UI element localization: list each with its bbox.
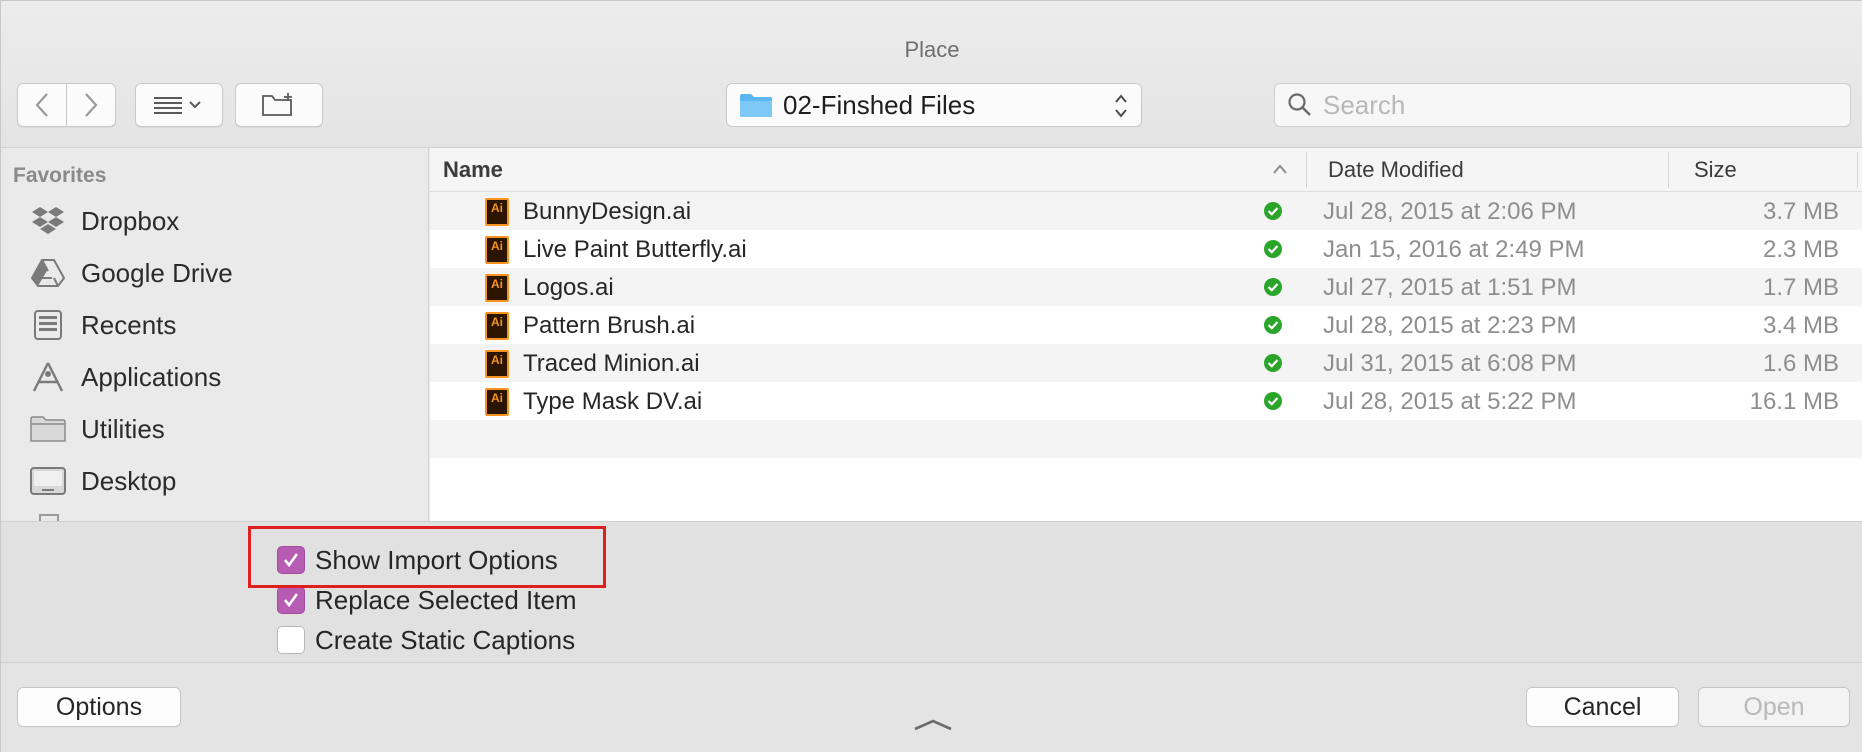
empty-row <box>430 458 1862 496</box>
file-name: Pattern Brush.ai <box>523 312 696 339</box>
up-down-chevron-icon <box>1115 94 1127 118</box>
illustrator-file-icon: Ai <box>485 236 509 264</box>
recents-icon <box>27 307 69 343</box>
list-view-icon <box>154 97 201 114</box>
illustrator-file-icon: Ai <box>485 274 509 302</box>
file-size: 3.4 MB <box>1762 312 1839 339</box>
column-date-header[interactable]: Date Modified <box>1328 157 1464 183</box>
file-size: 3.7 MB <box>1762 198 1839 225</box>
folder-icon <box>27 411 69 447</box>
column-divider[interactable] <box>1306 152 1307 188</box>
highlight-box <box>248 526 606 588</box>
file-row[interactable]: Ai Type Mask DV.ai Jul 28, 2015 at 5:22 … <box>430 382 1862 420</box>
checkbox-unchecked[interactable] <box>277 626 305 654</box>
file-date: Jul 28, 2015 at 5:22 PM <box>1323 388 1577 415</box>
sidebar-item-utilities[interactable]: Utilities <box>27 408 407 450</box>
sidebar-item-label: Desktop <box>81 465 177 496</box>
file-size: 16.1 MB <box>1749 388 1839 415</box>
sync-check-icon <box>1264 202 1282 220</box>
sync-check-icon <box>1264 392 1282 410</box>
applications-icon <box>27 359 69 395</box>
sidebar-item-dropbox[interactable]: Dropbox <box>27 200 407 242</box>
file-row[interactable]: Ai BunnyDesign.ai Jul 28, 2015 at 2:06 P… <box>430 192 1862 230</box>
sidebar-item-google-drive[interactable]: Google Drive <box>27 252 407 294</box>
illustrator-file-icon: Ai <box>485 388 509 416</box>
empty-row <box>430 420 1862 458</box>
window-title: Place <box>904 37 960 62</box>
column-size-header[interactable]: Size <box>1694 157 1737 183</box>
sync-check-icon <box>1264 240 1282 258</box>
file-date: Jul 28, 2015 at 2:06 PM <box>1323 198 1577 225</box>
column-header: Name Date Modified Size <box>430 148 1862 192</box>
illustrator-file-icon: Ai <box>485 350 509 378</box>
sync-check-icon <box>1264 354 1282 372</box>
chevron-right-icon <box>85 93 98 117</box>
file-size: 2.3 MB <box>1762 236 1839 263</box>
file-date: Jul 31, 2015 at 6:08 PM <box>1323 350 1577 377</box>
file-name: BunnyDesign.ai <box>523 198 692 225</box>
file-row[interactable]: Ai Traced Minion.ai Jul 31, 2015 at 6:08… <box>430 344 1862 382</box>
sidebar-item-desktop[interactable]: Desktop <box>27 460 407 502</box>
file-row[interactable]: Ai Pattern Brush.ai Jul 28, 2015 at 2:23… <box>430 306 1862 344</box>
file-size: 1.6 MB <box>1762 350 1839 377</box>
sidebar-item-label: Recents <box>81 309 177 340</box>
view-options-button[interactable] <box>135 83 223 127</box>
sidebar-item-label: Google Drive <box>81 257 233 288</box>
file-name: Live Paint Butterfly.ai <box>523 236 747 263</box>
illustrator-file-icon: Ai <box>485 312 509 340</box>
nav-buttons <box>17 83 117 127</box>
file-name: Traced Minion.ai <box>523 350 700 377</box>
checkbox-checked[interactable] <box>277 586 305 614</box>
sidebar: Favorites Dropbox Google Drive Recents A… <box>1 148 429 521</box>
file-name: Type Mask DV.ai <box>523 388 703 415</box>
desktop-icon <box>27 463 69 499</box>
google-drive-icon <box>27 255 69 291</box>
file-date: Jul 28, 2015 at 2:23 PM <box>1323 312 1577 339</box>
file-list: Name Date Modified Size Ai BunnyDesign.a… <box>430 148 1862 521</box>
file-date: Jul 27, 2015 at 1:51 PM <box>1323 274 1577 301</box>
file-date: Jan 15, 2016 at 2:49 PM <box>1323 236 1585 263</box>
sync-check-icon <box>1264 278 1282 296</box>
column-divider[interactable] <box>1668 152 1669 188</box>
file-rows: Ai BunnyDesign.ai Jul 28, 2015 at 2:06 P… <box>430 192 1862 496</box>
back-button[interactable] <box>17 83 67 127</box>
file-row[interactable]: Ai Live Paint Butterfly.ai Jan 15, 2016 … <box>430 230 1862 268</box>
sidebar-item-recents[interactable]: Recents <box>27 304 407 346</box>
column-divider[interactable] <box>1857 152 1858 188</box>
sidebar-item-label: Dropbox <box>81 205 180 236</box>
file-row[interactable]: Ai Logos.ai Jul 27, 2015 at 1:51 PM 1.7 … <box>430 268 1862 306</box>
checkmark-icon <box>283 593 299 608</box>
place-dialog: Place 02-Finshed Files Search Favorites … <box>0 0 1862 752</box>
folder-icon <box>740 94 772 117</box>
sync-check-icon <box>1264 316 1282 334</box>
chevron-left-icon <box>35 93 48 117</box>
sort-ascending-icon <box>1273 164 1287 174</box>
column-name-header[interactable]: Name <box>443 157 503 183</box>
location-label: 02-Finshed Files <box>783 89 976 120</box>
illustrator-file-icon: Ai <box>485 198 509 226</box>
sidebar-item-applications[interactable]: Applications <box>27 356 407 398</box>
file-size: 1.7 MB <box>1762 274 1839 301</box>
sidebar-item-label: Applications <box>81 361 222 392</box>
open-button[interactable]: Open <box>1698 687 1850 727</box>
file-name: Logos.ai <box>523 274 614 301</box>
search-icon <box>1288 93 1311 116</box>
forward-button[interactable] <box>66 83 116 127</box>
checkbox-label: Replace Selected Item <box>315 584 577 615</box>
toolbar: Place 02-Finshed Files Search <box>1 1 1862 148</box>
document-icon <box>39 514 59 521</box>
search-field[interactable] <box>1274 83 1851 127</box>
sidebar-heading: Favorites <box>13 164 107 187</box>
new-folder-button[interactable] <box>235 83 323 127</box>
location-popup[interactable]: 02-Finshed Files <box>726 83 1142 127</box>
checkbox-label: Create Static Captions <box>315 624 576 655</box>
options-button[interactable]: Options <box>17 687 181 727</box>
sidebar-item-label: Utilities <box>81 413 165 444</box>
create-static-captions-checkbox[interactable]: Create Static Captions <box>277 622 575 658</box>
search-input[interactable] <box>1323 89 1823 121</box>
new-folder-icon <box>262 93 292 116</box>
chevron-up-icon[interactable] <box>913 717 953 731</box>
cancel-button[interactable]: Cancel <box>1526 687 1679 727</box>
dropbox-icon <box>27 203 69 239</box>
